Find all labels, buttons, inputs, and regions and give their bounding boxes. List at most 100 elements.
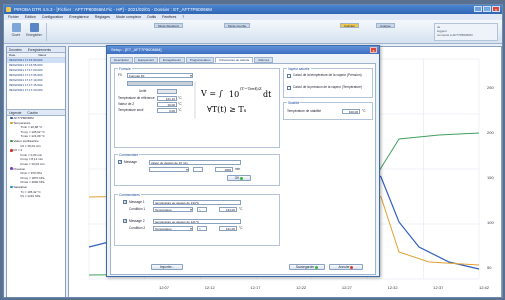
tab-donnees[interactable]: Données — [9, 47, 22, 52]
alarms-group-label: Commentaires — [118, 192, 141, 197]
legend-label: Pmoy = 1870 hPa — [20, 175, 45, 180]
tref-label: Température de référence — [118, 96, 155, 100]
message-checkbox[interactable] — [118, 160, 122, 164]
legend-color-icon — [10, 167, 13, 170]
stability-label: Température de stabilité — [287, 109, 322, 113]
tseuil-label: Température seuil — [118, 108, 144, 112]
save-file-button[interactable]: Enregistrer — [26, 22, 42, 42]
x-tick-label: 12:22 — [296, 285, 307, 290]
duration-input[interactable]: 1000 — [215, 167, 233, 172]
alarm1-condition-select[interactable]: Température — [153, 207, 193, 212]
alarms-group: Commentaires Message 1 température au de… — [114, 192, 280, 246]
tseuil-unit: °C — [178, 108, 182, 112]
unit-field — [157, 89, 177, 94]
legend-label: Fmin = 0,00 min — [20, 152, 43, 157]
tref-unit: °C — [178, 96, 182, 100]
comment-group: Commentaire Message valeur du dessus de … — [114, 152, 280, 186]
stability-unit: °C — [362, 109, 366, 113]
tab-legende[interactable]: Légende — [9, 110, 21, 115]
x-tick-label: 12:12 — [205, 285, 216, 290]
vapor-temp-label: Calcul de la température de la vapeur (P… — [293, 73, 362, 77]
minimize-button[interactable]: _ — [474, 6, 482, 12]
alarm1-condition-label: Condition 1 — [129, 207, 146, 211]
legend-label: Valeur stérilisatrice — [13, 138, 39, 143]
cancel-button[interactable]: Annuler — [329, 264, 363, 270]
legend-section: Légende Courbe AFT7P80066M Température Tmi… — [7, 109, 65, 199]
vapor-pressure-checkbox[interactable] — [287, 86, 291, 90]
message-ok-button[interactable]: OK — [227, 175, 251, 181]
alarm1-checkbox[interactable] — [123, 200, 127, 204]
folder-icon — [11, 23, 21, 32]
tref-input[interactable]: 121,10 — [157, 96, 177, 101]
ribbon-tab-analyse[interactable]: Analyse — [376, 23, 395, 28]
save-file-label: Enregistrer — [26, 33, 42, 37]
legend-color-icon — [17, 145, 20, 148]
stability-input[interactable]: 100,00 — [342, 109, 360, 114]
alarm2-condition-select[interactable]: Température — [153, 226, 193, 231]
alarm1-unit: °C — [239, 207, 243, 211]
formula-group-label: Formule — [118, 66, 132, 71]
alarm2-value-input[interactable]: 121,00 — [219, 226, 237, 231]
ribbon-tab-standard[interactable]: Mode Standard — [154, 23, 183, 28]
open-button[interactable]: Ouvrir — [8, 22, 24, 42]
save-label: Sauvegarder — [295, 265, 315, 269]
chevron-down-icon: ▼ — [189, 207, 193, 212]
legend-label: AFT7P80066M — [13, 116, 34, 120]
alarm1-message-input[interactable]: température au dessus de 134°C — [153, 200, 241, 205]
ok-check-icon — [240, 176, 244, 180]
formula-base: 10 — [229, 90, 239, 99]
table-row[interactable]: 09/02/2021 17:17:20.000 — [7, 88, 65, 93]
message-condition-select[interactable] — [149, 167, 189, 172]
alarm2-message-input[interactable]: température au dessus de 121°C — [153, 219, 241, 224]
x-tick-label: 12:42 — [479, 285, 490, 290]
alarm2-unit: °C — [239, 226, 243, 230]
save-button[interactable]: Sauvegarder — [289, 264, 325, 270]
legend-label: Pression — [13, 166, 26, 171]
ribbon-tab-courbe[interactable]: Mode Courbe — [224, 23, 251, 28]
unit-header: Unité — [139, 89, 147, 93]
ribbon-tab-calculer[interactable]: Calculer — [340, 23, 360, 28]
legend-item[interactable]: Ps = 1210 hPa — [7, 194, 65, 199]
formula-dt: dt — [263, 90, 272, 99]
formula-svg: V = ∫ 10 (T−Tref)/Z dt ∀T(t) ≥ Tₛ — [194, 82, 272, 118]
duration-unit: min. — [235, 167, 242, 171]
tab-courbe[interactable]: Courbe — [27, 110, 37, 115]
alarm1-value-input[interactable]: 134,00 — [219, 207, 237, 212]
import-button[interactable]: Importer... — [151, 264, 183, 270]
legend-color-icon — [17, 177, 20, 180]
legend-color-icon — [17, 172, 20, 175]
message-op-select[interactable] — [193, 167, 203, 172]
dialog-close-button[interactable]: x — [370, 47, 377, 53]
alarm2-condition-label: Condition 2 — [129, 226, 146, 230]
column-valeur[interactable]: Valeur — [36, 53, 65, 57]
legend-label: Tv = 105,42 °C — [20, 189, 41, 194]
legend-label: Tmin = 20,98 °C — [20, 125, 43, 130]
tseuil-input[interactable]: 0,00 — [157, 108, 177, 113]
formula-lhs: V = ∫ — [200, 89, 224, 98]
legend-color-icon — [10, 139, 13, 143]
alarm1-op-select[interactable]: > — [197, 207, 207, 212]
z-input[interactable]: 10,00 — [157, 102, 177, 107]
x-tick-label: 12:27 — [342, 285, 353, 290]
stability-group-label: Stabilité — [287, 100, 301, 105]
vapor-pressure-label: Calcul de la pression de la vapeur (Temp… — [293, 85, 362, 89]
close-window-button[interactable]: x — [492, 6, 500, 12]
column-date[interactable]: Date — [7, 53, 36, 57]
vapor-temp-checkbox[interactable] — [287, 74, 291, 78]
alarm2-checkbox[interactable] — [123, 219, 127, 223]
maximize-button[interactable]: □ — [483, 6, 491, 12]
legend-label: Fmax = 16,04 min — [20, 161, 45, 166]
legend-label: Ps = 1210 hPa — [20, 194, 41, 199]
y-tick-label: 100 — [487, 220, 494, 225]
vapor-group: Vapeur saturée Calcul de la température … — [283, 66, 373, 98]
formula-condition: ∀T(t) ≥ Tₛ — [207, 105, 247, 114]
message-input[interactable]: valeur du dessus de 10 min — [149, 160, 241, 165]
tab-enregistrements[interactable]: Enregistrements — [28, 47, 51, 52]
logger-status-panel: ok loggers connecté à AFT7P80066M — [434, 23, 498, 41]
save-check-icon — [315, 265, 319, 269]
alarm2-op-select[interactable]: > — [197, 226, 207, 231]
sublist-select[interactable] — [127, 81, 193, 86]
x-axis-ticks: 12:07 12:12 12:17 12:22 12:27 12:32 12:37 12:42 — [159, 285, 490, 290]
chevron-down-icon: ▼ — [185, 167, 189, 172]
formula-select[interactable]: Formule F0 — [127, 73, 193, 78]
